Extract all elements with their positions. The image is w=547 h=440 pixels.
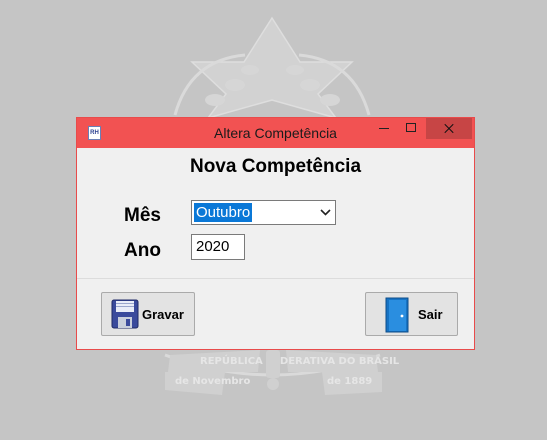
- title-bar[interactable]: RH Altera Competência: [77, 118, 474, 148]
- chevron-down-icon: [320, 209, 331, 216]
- ano-label: Ano: [124, 240, 161, 261]
- divider: [77, 278, 474, 279]
- svg-text:REPÚBLICA FEDERATIVA DO BRASIL: REPÚBLICA FEDERATIVA DO BRASIL: [200, 354, 400, 367]
- gravar-label: Gravar: [142, 307, 184, 322]
- form-heading: Nova Competência: [189, 156, 362, 177]
- minimize-button[interactable]: [373, 118, 395, 139]
- altera-competencia-dialog: RH Altera Competência Nova Competência M…: [76, 117, 475, 350]
- sair-label: Sair: [418, 307, 443, 322]
- svg-text:de 1889: de 1889: [327, 376, 372, 387]
- maximize-button[interactable]: [399, 118, 423, 139]
- close-button[interactable]: [426, 118, 472, 139]
- sair-button[interactable]: Sair: [365, 292, 458, 336]
- floppy-disk-icon: [111, 299, 139, 329]
- mes-select[interactable]: Outubro: [191, 200, 336, 225]
- svg-text:de Novembro: de Novembro: [175, 376, 250, 387]
- door-exit-icon: [385, 297, 409, 333]
- ano-input[interactable]: 2020: [191, 234, 245, 260]
- mes-label: Mês: [124, 205, 161, 226]
- gravar-button[interactable]: Gravar: [101, 292, 195, 336]
- mes-selected-value: Outubro: [194, 203, 253, 222]
